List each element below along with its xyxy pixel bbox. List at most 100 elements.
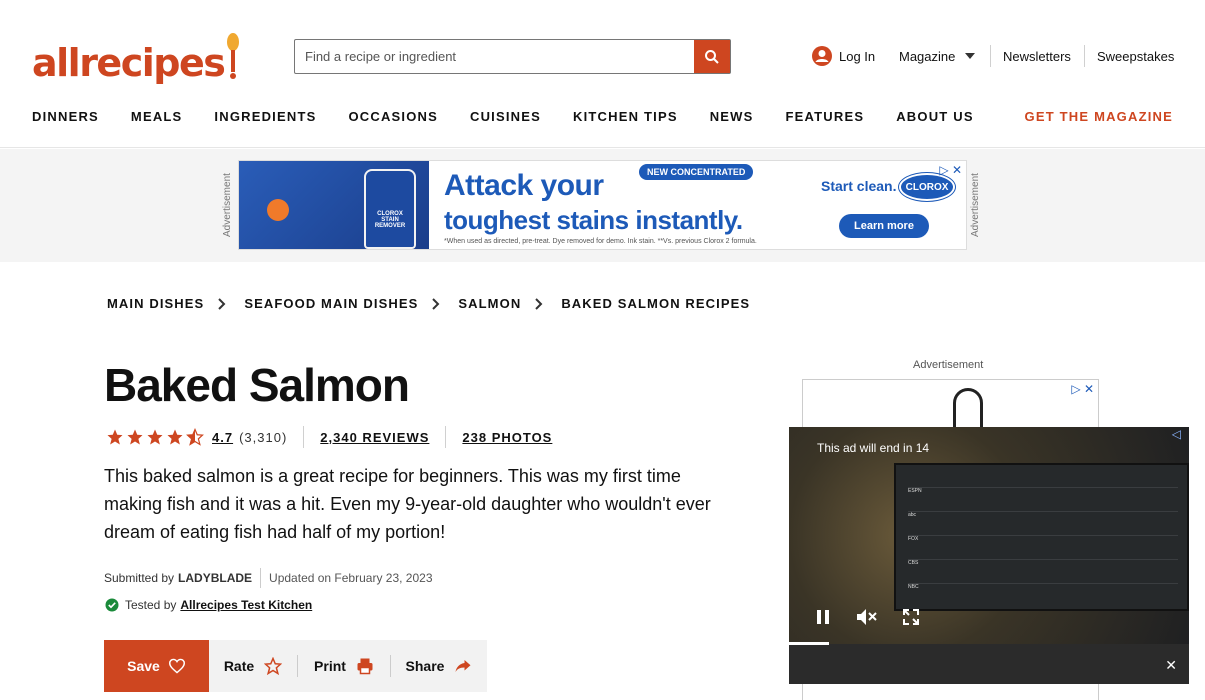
divider (990, 45, 991, 67)
rating-count: (3,310) (239, 429, 288, 445)
mute-button[interactable] (855, 605, 879, 629)
nav-item-features[interactable]: FEATURES (786, 109, 865, 124)
photos-link[interactable]: 238 PHOTOS (462, 430, 552, 445)
star-icon (127, 429, 143, 445)
divider (260, 568, 262, 588)
star-icon (167, 429, 183, 445)
divider (1084, 45, 1085, 67)
newsletters-link[interactable]: Newsletters (1003, 44, 1071, 68)
breadcrumb-baked-salmon-recipes[interactable]: BAKED SALMON RECIPES (561, 296, 750, 311)
breadcrumb-seafood-main-dishes[interactable]: SEAFOOD MAIN DISHES (244, 296, 418, 311)
chevron-right-icon (218, 297, 226, 310)
sweepstakes-label: Sweepstakes (1097, 48, 1175, 64)
ad-fine-print: *When used as directed, pre-treat. Dye r… (444, 238, 757, 245)
nav-item-meals[interactable]: MEALS (131, 109, 183, 124)
close-icon[interactable]: ✕ (1165, 657, 1177, 674)
nav-item-occasions[interactable]: OCCASIONS (348, 109, 438, 124)
breadcrumb: MAIN DISHES SEAFOOD MAIN DISHES SALMON B… (107, 296, 750, 311)
search-button[interactable] (694, 40, 730, 73)
breadcrumb-main-dishes[interactable]: MAIN DISHES (107, 296, 204, 311)
test-kitchen-link[interactable]: Allrecipes Test Kitchen (180, 598, 312, 612)
fullscreen-button[interactable] (899, 605, 923, 629)
pause-icon (817, 610, 829, 624)
spoon-icon (227, 33, 240, 79)
bottle-label: CLOROX STAIN REMOVER (374, 211, 406, 229)
star-half-icon (186, 428, 204, 446)
tv-row: CBS (908, 559, 1178, 573)
ad-learn-more-button[interactable]: Learn more (839, 214, 929, 238)
adchoices-icon[interactable]: ◁ (1172, 427, 1181, 441)
nav-item-news[interactable]: NEWS (710, 109, 754, 124)
magazine-dropdown[interactable]: Magazine (899, 44, 976, 68)
caret-down-icon (965, 53, 976, 59)
search-box (294, 39, 731, 74)
user-icon (812, 46, 832, 66)
site-header: allrecipes Log In Magazine Newsl (0, 0, 1205, 148)
allrecipes-logo[interactable]: allrecipes (32, 30, 240, 82)
login-label: Log In (839, 48, 876, 64)
tv-row: abc (908, 511, 1178, 525)
byline: Submitted by LADYBLADE Updated on Februa… (104, 568, 433, 588)
ad-headline-line1: Attack your (444, 169, 604, 202)
video-ad-player[interactable]: ESPN abc FOX CBS NBC This ad will end in… (789, 427, 1189, 684)
rate-label: Rate (223, 658, 255, 674)
updated-date: Updated on February 23, 2023 (269, 571, 433, 585)
ad-start-clean: Start clean. (821, 178, 897, 194)
breadcrumb-salmon[interactable]: SALMON (458, 296, 521, 311)
ad-close-icon[interactable]: ▷ ✕ (1071, 382, 1094, 396)
rating-row: 4.7 (3,310) 2,340 REVIEWS 238 PHOTOS (106, 426, 552, 448)
ad-headline: Attack your toughest stains instantly. (444, 169, 743, 237)
search-icon (705, 49, 719, 64)
rating-stars (106, 428, 204, 446)
page-title: Baked Salmon (104, 359, 410, 411)
sweepstakes-link[interactable]: Sweepstakes (1097, 44, 1174, 68)
nav-item-kitchen-tips[interactable]: KITCHEN TIPS (573, 109, 678, 124)
share-button[interactable]: Share (391, 640, 487, 692)
recipe-description: This baked salmon is a great recipe for … (104, 466, 711, 542)
login-link[interactable]: Log In (811, 44, 875, 68)
star-outline-icon (264, 657, 283, 675)
top-ad-banner[interactable]: CLOROX STAIN REMOVER NEW CONCENTRATED At… (238, 160, 967, 250)
nav-item-dinners[interactable]: DINNERS (32, 109, 99, 124)
ad-label-right: Advertisement (970, 173, 981, 237)
star-icon (107, 429, 123, 445)
print-label: Print (314, 658, 346, 674)
author-link[interactable]: LADYBLADE (178, 571, 252, 585)
heart-icon (168, 658, 185, 674)
save-button[interactable]: Save (104, 640, 209, 692)
video-countdown: This ad will end in 14 (817, 441, 930, 455)
print-button[interactable]: Print (298, 640, 390, 692)
rate-button[interactable]: Rate (209, 640, 297, 692)
video-progress[interactable] (789, 642, 829, 645)
tested-by-label: Tested by (125, 598, 177, 612)
tv-row: NBC (908, 583, 1178, 597)
video-frame: ESPN abc FOX CBS NBC This ad will end in… (789, 427, 1189, 644)
nav-item-cuisines[interactable]: CUISINES (470, 109, 541, 124)
get-magazine-link[interactable]: GET THE MAGAZINE (1025, 109, 1173, 124)
nav-item-ingredients[interactable]: INGREDIENTS (214, 109, 316, 124)
ad-headline-line2: toughest stains instantly. (444, 205, 743, 235)
logo-wordmark: allrecipes (32, 41, 226, 85)
nav-item-about-us[interactable]: ABOUT US (896, 109, 974, 124)
magazine-label: Magazine (899, 48, 956, 64)
check-badge-icon (105, 598, 119, 612)
rating-value[interactable]: 4.7 (212, 430, 233, 445)
pause-button[interactable] (811, 605, 835, 629)
submitted-by-label: Submitted by (104, 571, 175, 585)
side-ad-label: Advertisement (913, 359, 984, 371)
reviews-link[interactable]: 2,340 REVIEWS (320, 430, 429, 445)
fullscreen-icon (903, 609, 919, 625)
main-nav: DINNERS MEALS INGREDIENTS OCCASIONS CUIS… (32, 109, 1006, 124)
save-label: Save (127, 658, 160, 674)
ad-close-icon[interactable]: ▷ ✕ (939, 163, 962, 177)
video-bottom-bar: ✕ (789, 652, 1189, 684)
chevron-right-icon (432, 297, 440, 310)
tested-by: Tested by Allrecipes Test Kitchen (105, 598, 312, 612)
star-icon (147, 429, 163, 445)
ad-label-left: Advertisement (222, 173, 233, 237)
share-label: Share (405, 658, 445, 674)
clorox-logo: CLOROX (899, 173, 955, 201)
chevron-right-icon (535, 297, 543, 310)
search-input[interactable] (295, 40, 694, 73)
muted-speaker-icon (857, 609, 877, 625)
